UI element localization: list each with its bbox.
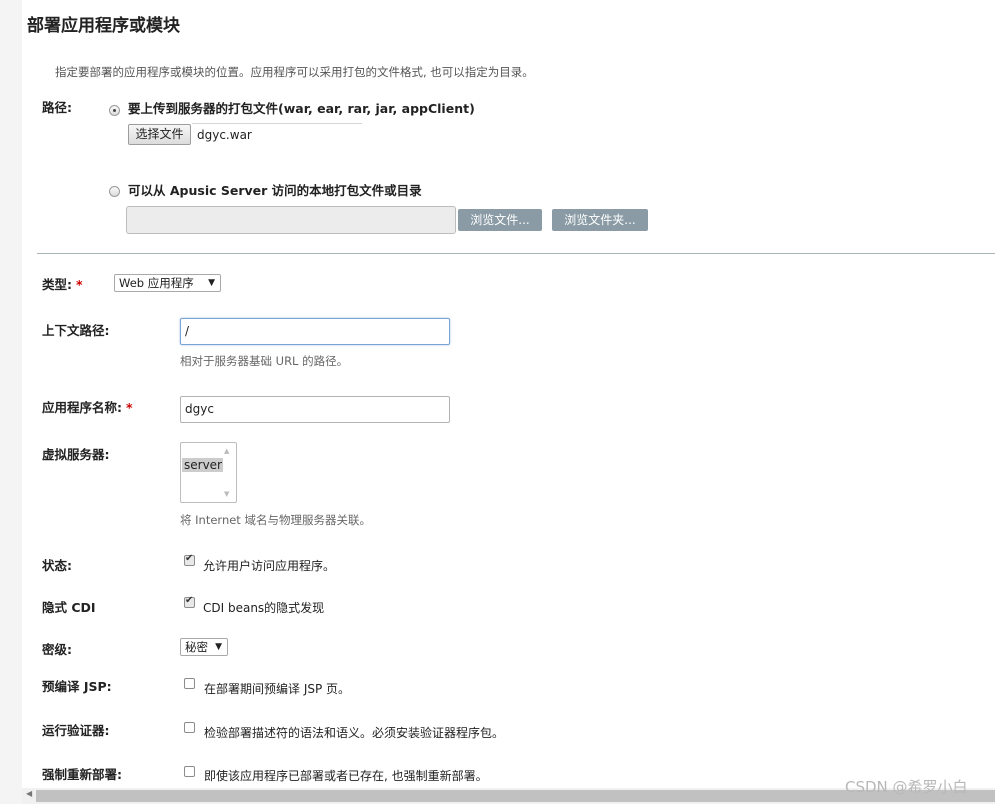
choose-file-button[interactable]: 选择文件: [128, 124, 191, 145]
page-intro: 指定要部署的应用程序或模块的位置。应用程序可以采用打包的文件格式, 也可以指定为…: [55, 65, 534, 79]
type-required-marker: *: [76, 277, 83, 292]
upload-option-label: 要上传到服务器的打包文件(war, ear, rar, jar, appClie…: [128, 101, 475, 116]
section-divider: [37, 253, 995, 254]
type-select[interactable]: Web 应用程序 ▼: [114, 274, 221, 292]
implicit-cdi-checkbox[interactable]: [184, 595, 195, 608]
type-select-value: Web 应用程序: [119, 276, 194, 290]
force-redeploy-label: 强制重新部署:: [42, 767, 122, 782]
security-level-value: 秘密: [185, 640, 208, 654]
left-gutter: [0, 0, 22, 804]
local-option-label: 可以从 Apusic Server 访问的本地打包文件或目录: [128, 183, 422, 198]
run-verifier-text: 检验部署描述符的语法和语义。必须安装验证器程序包。: [204, 726, 505, 740]
page-title: 部署应用程序或模块: [27, 16, 180, 36]
local-path-input[interactable]: [126, 206, 456, 234]
app-name-required-marker: *: [126, 400, 133, 415]
scroll-down-icon[interactable]: ▼: [224, 490, 229, 498]
browse-files-button[interactable]: 浏览文件...: [458, 209, 542, 231]
file-input-border: [192, 123, 362, 124]
security-level-label: 密级:: [42, 642, 72, 657]
force-redeploy-checkbox[interactable]: [184, 766, 195, 777]
virtual-servers-hint: 将 Internet 域名与物理服务器关联。: [180, 513, 371, 527]
browse-folder-button[interactable]: 浏览文件夹...: [552, 209, 648, 231]
dropdown-arrow-icon: ▼: [215, 642, 222, 652]
implicit-cdi-text: CDI beans的隐式发现: [203, 601, 325, 615]
scroll-up-icon[interactable]: ▲: [224, 447, 229, 455]
precompile-jsp-text: 在部署期间预编译 JSP 页。: [204, 682, 351, 696]
app-name-input[interactable]: dgyc: [180, 396, 450, 423]
watermark: CSDN @希罗小白: [845, 778, 968, 796]
status-checkbox[interactable]: [184, 553, 195, 566]
virtual-servers-label: 虚拟服务器:: [42, 447, 110, 462]
app-name-label: 应用程序名称: *: [42, 400, 133, 415]
local-path-radio[interactable]: [109, 186, 120, 197]
context-root-hint: 相对于服务器基础 URL 的路径。: [180, 354, 349, 368]
path-label: 路径:: [42, 100, 72, 115]
type-label: 类型: *: [42, 277, 83, 292]
run-verifier-label: 运行验证器:: [42, 723, 110, 738]
dropdown-arrow-icon: ▼: [208, 278, 215, 288]
implicit-cdi-label: 隐式 CDI: [42, 600, 96, 615]
virtual-servers-listbox[interactable]: server ▲ ▼: [180, 442, 237, 503]
status-text: 允许用户访问应用程序。: [203, 559, 336, 573]
scroll-left-icon[interactable]: ◀: [26, 789, 32, 798]
precompile-jsp-checkbox[interactable]: [184, 678, 195, 689]
run-verifier-checkbox[interactable]: [184, 722, 195, 733]
context-root-input[interactable]: /: [180, 318, 450, 345]
chosen-file-name: dgyc.war: [197, 128, 252, 142]
status-label: 状态:: [42, 558, 72, 573]
security-level-select[interactable]: 秘密 ▼: [180, 638, 228, 656]
precompile-jsp-label: 预编译 JSP:: [42, 679, 112, 694]
context-root-label: 上下文路径:: [42, 323, 110, 338]
force-redeploy-text: 即使该应用程序已部署或者已存在, 也强制重新部署。: [204, 769, 488, 783]
upload-radio[interactable]: [109, 105, 120, 116]
virtual-server-item[interactable]: server: [182, 458, 223, 472]
